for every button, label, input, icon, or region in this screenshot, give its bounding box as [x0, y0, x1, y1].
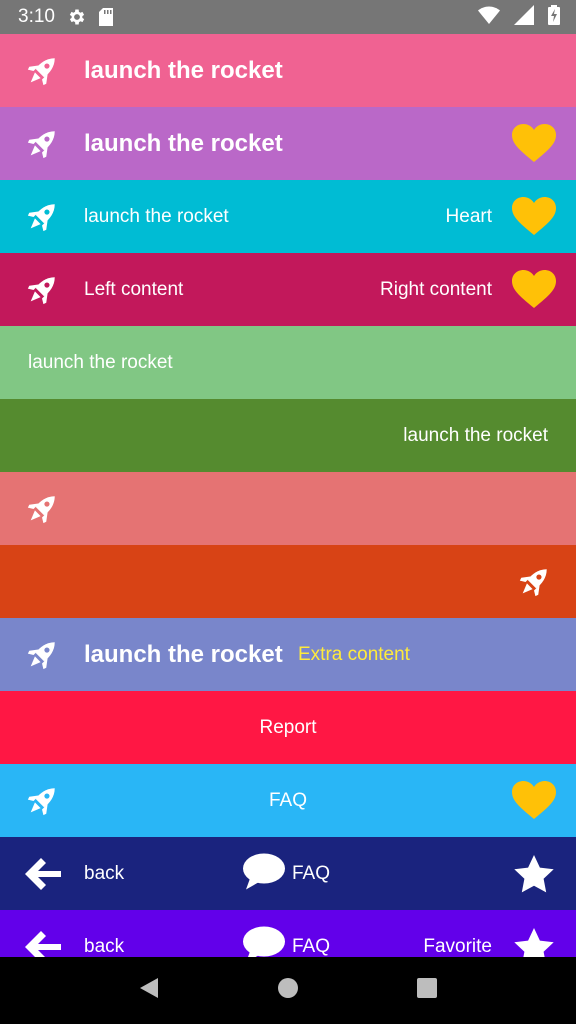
rocket-icon — [512, 562, 556, 602]
rocket-icon — [22, 51, 62, 91]
heart-icon[interactable] — [512, 196, 556, 237]
list-item[interactable]: launch the rocket Heart — [0, 180, 576, 253]
star-icon[interactable] — [512, 854, 556, 894]
rocket-icon — [22, 270, 62, 310]
list-item[interactable]: FAQ — [0, 764, 576, 837]
navigation-bar — [0, 957, 576, 1024]
rocket-icon — [22, 197, 62, 237]
rocket-list: launch the rocket launch the rocket laun… — [0, 34, 576, 983]
sd-card-icon — [98, 8, 113, 26]
list-item[interactable] — [0, 545, 576, 618]
home-nav-icon[interactable] — [277, 977, 299, 1004]
heart-icon[interactable] — [512, 269, 556, 310]
back-nav-icon[interactable] — [138, 976, 160, 1005]
status-bar: 3:10 — [0, 0, 576, 34]
list-item[interactable]: launch the rocket — [0, 326, 576, 399]
faq-label: FAQ — [268, 789, 307, 811]
favorite-label: Favorite — [423, 935, 492, 957]
rocket-icon — [22, 781, 62, 821]
list-item[interactable]: launch the rocket — [0, 107, 576, 180]
heart-icon[interactable] — [512, 780, 556, 821]
rocket-icon — [22, 635, 62, 675]
signal-icon — [514, 4, 534, 30]
back-label: back — [84, 935, 125, 957]
list-item[interactable]: launch the rocket — [0, 399, 576, 472]
faq-label: FAQ — [292, 862, 331, 884]
status-time: 3:10 — [18, 6, 55, 27]
recents-nav-icon[interactable] — [416, 977, 438, 1004]
row-title: launch the rocket — [84, 640, 283, 668]
report-label: Report — [259, 716, 317, 738]
list-item[interactable]: launch the rocket Extra content — [0, 618, 576, 691]
extra-content: Extra content — [298, 643, 410, 665]
back-label: back — [84, 862, 125, 884]
right-content: Right content — [380, 278, 492, 300]
row-title: launch the rocket — [28, 351, 173, 373]
row-title: launch the rocket — [84, 129, 283, 157]
list-item[interactable]: back FAQ — [0, 837, 576, 910]
row-title: launch the rocket — [84, 205, 229, 227]
row-title: launch the rocket — [84, 56, 283, 84]
row-trailing-text: Heart — [445, 205, 492, 227]
settings-icon — [67, 7, 87, 27]
back-arrow-icon[interactable] — [22, 854, 62, 894]
faq-label: FAQ — [292, 935, 331, 957]
left-content: Left content — [84, 278, 184, 300]
battery-charging-icon — [548, 4, 560, 30]
rocket-icon — [22, 489, 62, 529]
row-title: launch the rocket — [403, 424, 548, 446]
list-item[interactable]: Left content Right content — [0, 253, 576, 326]
list-item[interactable]: Report — [0, 691, 576, 764]
heart-icon[interactable] — [512, 123, 556, 164]
chat-bubble-icon — [242, 852, 286, 895]
rocket-icon — [22, 124, 62, 164]
wifi-icon — [478, 6, 500, 29]
list-item[interactable] — [0, 472, 576, 545]
list-item[interactable]: launch the rocket — [0, 34, 576, 107]
